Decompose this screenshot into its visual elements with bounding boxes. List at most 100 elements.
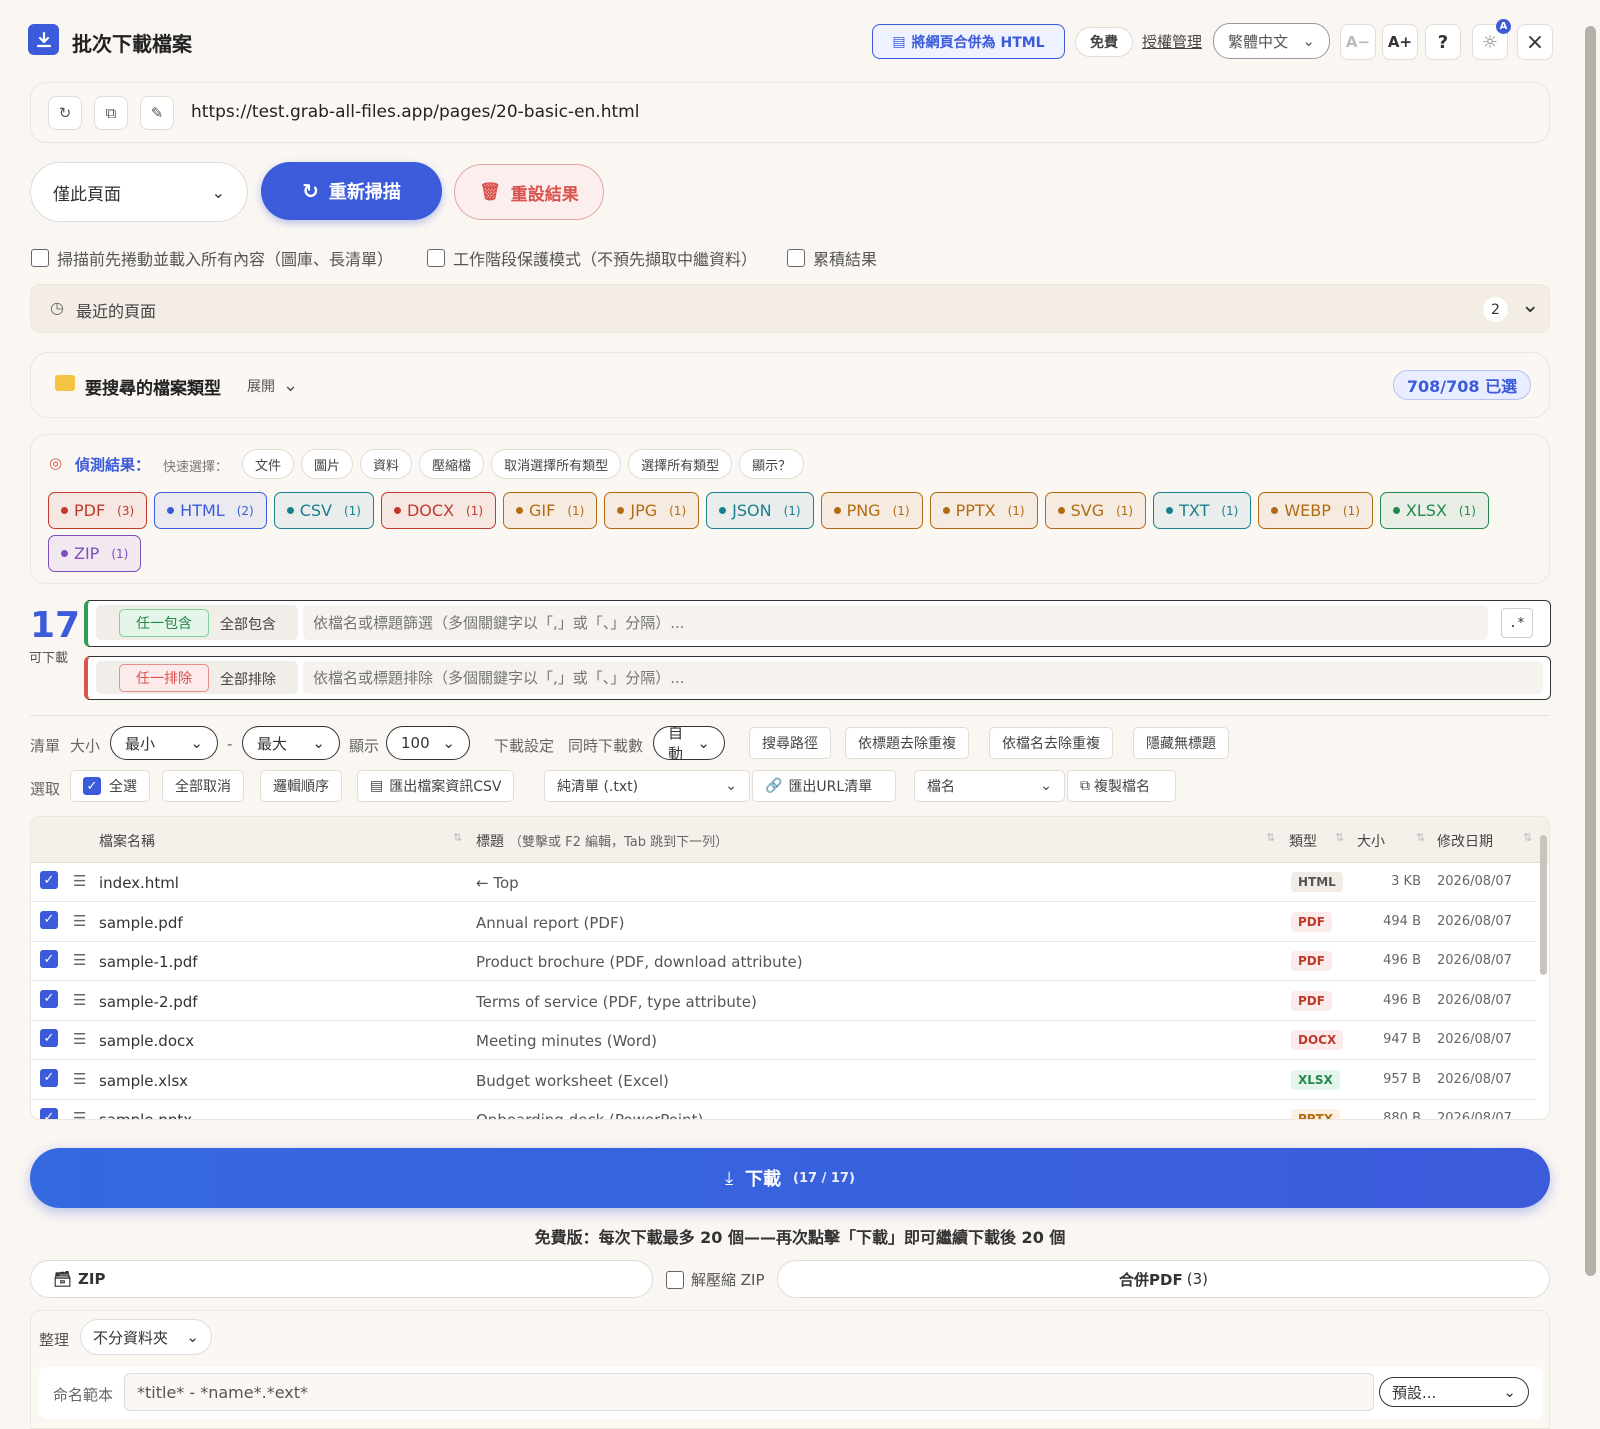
zip-button[interactable]: 🗃 ZIP bbox=[30, 1260, 653, 1298]
refresh-icon[interactable]: ↻ bbox=[48, 96, 82, 130]
edit-icon[interactable]: ✎ bbox=[140, 96, 174, 130]
table-row[interactable]: ✓ ☰ sample.pptx Onboarding deck (PowerPoint… bbox=[31, 1100, 1536, 1119]
row-checkbox[interactable]: ✓ bbox=[40, 989, 58, 1008]
col-date[interactable]: 修改日期 bbox=[1437, 831, 1493, 851]
list-format-select[interactable]: 純清單 (.txt) ⌄ bbox=[544, 770, 750, 802]
page-url[interactable]: https://test.grab-all-files.app/pages/20… bbox=[191, 102, 639, 122]
folder-select[interactable]: 不分資料夾 ⌄ bbox=[80, 1319, 212, 1355]
checkbox[interactable] bbox=[31, 249, 49, 267]
drag-handle-icon[interactable]: ☰ bbox=[73, 912, 86, 930]
license-link[interactable]: 授權管理 bbox=[1142, 31, 1202, 52]
select-none-button[interactable]: 全部取消 bbox=[162, 770, 244, 802]
drag-handle-icon[interactable]: ☰ bbox=[73, 1070, 86, 1088]
filetype-chip-pptx[interactable]: PPTX (1) bbox=[929, 492, 1038, 529]
copy-icon[interactable]: ⧉ bbox=[94, 96, 128, 130]
filetype-chip-gif[interactable]: GIF (1) bbox=[503, 492, 598, 529]
select-all-button[interactable]: ✓ 全選 bbox=[70, 770, 150, 802]
filetype-chip-pdf[interactable]: PDF (3) bbox=[48, 492, 148, 529]
table-row[interactable]: ✓ ☰ sample.docx Meeting minutes (Word) DOCX 9… bbox=[31, 1021, 1536, 1060]
filetype-chip-xlsx[interactable]: XLSX (1) bbox=[1379, 492, 1489, 529]
table-scrollbar[interactable] bbox=[1540, 835, 1547, 975]
checkbox[interactable] bbox=[787, 249, 805, 267]
checkbox[interactable] bbox=[427, 249, 445, 267]
size-min-select[interactable]: 最小 ⌄ bbox=[110, 726, 218, 760]
row-checkbox[interactable]: ✓ bbox=[40, 1108, 58, 1119]
page-scrollbar[interactable] bbox=[1585, 26, 1596, 1276]
file-title[interactable]: Product brochure (PDF, download attribut… bbox=[476, 953, 803, 971]
exclude-any-button[interactable]: 任一排除 bbox=[119, 664, 209, 692]
export-url-button[interactable]: 🔗 匯出URL清單 bbox=[752, 770, 896, 802]
filetype-chip-png[interactable]: PNG (1) bbox=[820, 492, 923, 529]
col-type[interactable]: 類型 bbox=[1289, 831, 1317, 851]
font-increase-button[interactable]: A+ bbox=[1382, 24, 1418, 60]
file-title[interactable]: Onboarding deck (PowerPoint) bbox=[476, 1111, 703, 1119]
filetype-chip-jpg[interactable]: JPG (1) bbox=[604, 492, 700, 529]
col-size[interactable]: 大小 bbox=[1357, 831, 1385, 851]
naming-template-input[interactable] bbox=[124, 1373, 1374, 1411]
col-title[interactable]: 標題 bbox=[476, 831, 504, 851]
checkbox[interactable] bbox=[666, 1270, 684, 1289]
option-scroll-load[interactable]: 掃描前先捲動並載入所有內容（圖庫、長清單） bbox=[31, 246, 393, 270]
row-checkbox[interactable]: ✓ bbox=[40, 1068, 58, 1087]
help-button[interactable]: ? bbox=[1425, 24, 1461, 60]
option-accumulate[interactable]: 累積結果 bbox=[787, 246, 877, 270]
col-name[interactable]: 檔案名稱 bbox=[99, 831, 155, 851]
logic-order-button[interactable]: 邏輯順序 bbox=[260, 770, 342, 802]
filetype-chip-txt[interactable]: TXT (1) bbox=[1153, 492, 1252, 529]
merge-pdf-button[interactable]: 合併PDF (3) bbox=[777, 1260, 1550, 1298]
quick-select-2[interactable]: 資料 bbox=[360, 449, 413, 479]
filetype-chip-html[interactable]: HTML (2) bbox=[154, 492, 267, 529]
language-select[interactable]: 繁體中文 ⌄ bbox=[1213, 23, 1330, 59]
drag-handle-icon[interactable]: ☰ bbox=[73, 872, 86, 890]
row-checkbox[interactable]: ✓ bbox=[40, 910, 58, 929]
table-row[interactable]: ✓ ☰ sample-1.pdf Product brochure (PDF, dow… bbox=[31, 942, 1536, 981]
file-title[interactable]: Terms of service (PDF, type attribute) bbox=[476, 993, 757, 1011]
table-row[interactable]: ✓ ☰ index.html ← Top HTML 3 KB 2026/08/07 bbox=[31, 863, 1536, 902]
show-count-select[interactable]: 100 ⌄ bbox=[386, 726, 470, 760]
exclude-all-button[interactable]: 全部排除 bbox=[220, 669, 276, 689]
include-input[interactable] bbox=[303, 605, 1488, 640]
drag-handle-icon[interactable]: ☰ bbox=[73, 1109, 86, 1119]
table-row[interactable]: ✓ ☰ sample-2.pdf Terms of service (PDF, typ… bbox=[31, 982, 1536, 1021]
option-session-protect[interactable]: 工作階段保護模式（不預先擷取中繼資料） bbox=[427, 246, 757, 270]
preset-select[interactable]: 預設... ⌄ bbox=[1379, 1377, 1529, 1407]
font-decrease-button[interactable]: A− bbox=[1340, 24, 1376, 60]
dedup-title-button[interactable]: 依標題去除重複 bbox=[845, 727, 969, 759]
hide-untitled-button[interactable]: 隱藏無標題 bbox=[1133, 727, 1229, 759]
filetype-chip-webp[interactable]: WEBP (1) bbox=[1258, 492, 1373, 529]
include-any-button[interactable]: 任一包含 bbox=[119, 609, 209, 637]
row-checkbox[interactable]: ✓ bbox=[40, 1029, 58, 1047]
quick-select-6[interactable]: 顯示？ bbox=[739, 449, 805, 479]
name-field-select[interactable]: 檔名 ⌄ bbox=[914, 770, 1065, 802]
dedup-name-button[interactable]: 依檔名去除重複 bbox=[989, 727, 1113, 759]
row-checkbox[interactable]: ✓ bbox=[40, 950, 58, 968]
filetype-chip-zip[interactable]: ZIP (1) bbox=[48, 535, 142, 572]
quick-select-5[interactable]: 選擇所有類型 bbox=[628, 449, 733, 479]
rescan-button[interactable]: ↻ 重新掃描 bbox=[261, 162, 442, 220]
exclude-input[interactable] bbox=[303, 661, 1543, 694]
filetype-chip-json[interactable]: JSON (1) bbox=[706, 492, 814, 529]
concurrent-select[interactable]: 自動 ⌄ bbox=[653, 726, 725, 760]
merge-html-button[interactable]: ▤ 將網頁合併為 HTML bbox=[872, 24, 1065, 59]
close-button[interactable]: × bbox=[1517, 24, 1553, 60]
filetype-chip-csv[interactable]: CSV (1) bbox=[273, 492, 374, 529]
search-path-button[interactable]: 搜尋路徑 bbox=[749, 727, 831, 759]
drag-handle-icon[interactable]: ☰ bbox=[73, 1030, 86, 1048]
quick-select-0[interactable]: 文件 bbox=[242, 449, 295, 479]
drag-handle-icon[interactable]: ☰ bbox=[73, 991, 86, 1009]
size-max-select[interactable]: 最大 ⌄ bbox=[242, 726, 340, 760]
copy-names-button[interactable]: ⧉ 複製檔名 bbox=[1067, 770, 1176, 802]
quick-select-3[interactable]: 壓縮檔 bbox=[419, 449, 485, 479]
table-row[interactable]: ✓ ☰ sample.xlsx Budget worksheet (Excel) XLS… bbox=[31, 1061, 1536, 1100]
quick-select-4[interactable]: 取消選擇所有類型 bbox=[491, 449, 622, 479]
quick-select-1[interactable]: 圖片 bbox=[301, 449, 354, 479]
regex-toggle[interactable]: .* bbox=[1501, 608, 1533, 638]
table-row[interactable]: ✓ ☰ sample.pdf Annual report (PDF) PDF 494 B 2… bbox=[31, 903, 1536, 942]
include-all-button[interactable]: 全部包含 bbox=[220, 614, 276, 634]
expand-toggle[interactable]: 展開 ⌄ bbox=[247, 375, 298, 396]
download-button[interactable]: ⤓ 下載 (17 / 17) bbox=[30, 1148, 1550, 1208]
file-title[interactable]: Budget worksheet (Excel) bbox=[476, 1072, 669, 1090]
export-csv-button[interactable]: ▤ 匯出檔案資訊CSV bbox=[357, 770, 515, 802]
drag-handle-icon[interactable]: ☰ bbox=[73, 951, 86, 969]
file-title[interactable]: Meeting minutes (Word) bbox=[476, 1032, 657, 1050]
